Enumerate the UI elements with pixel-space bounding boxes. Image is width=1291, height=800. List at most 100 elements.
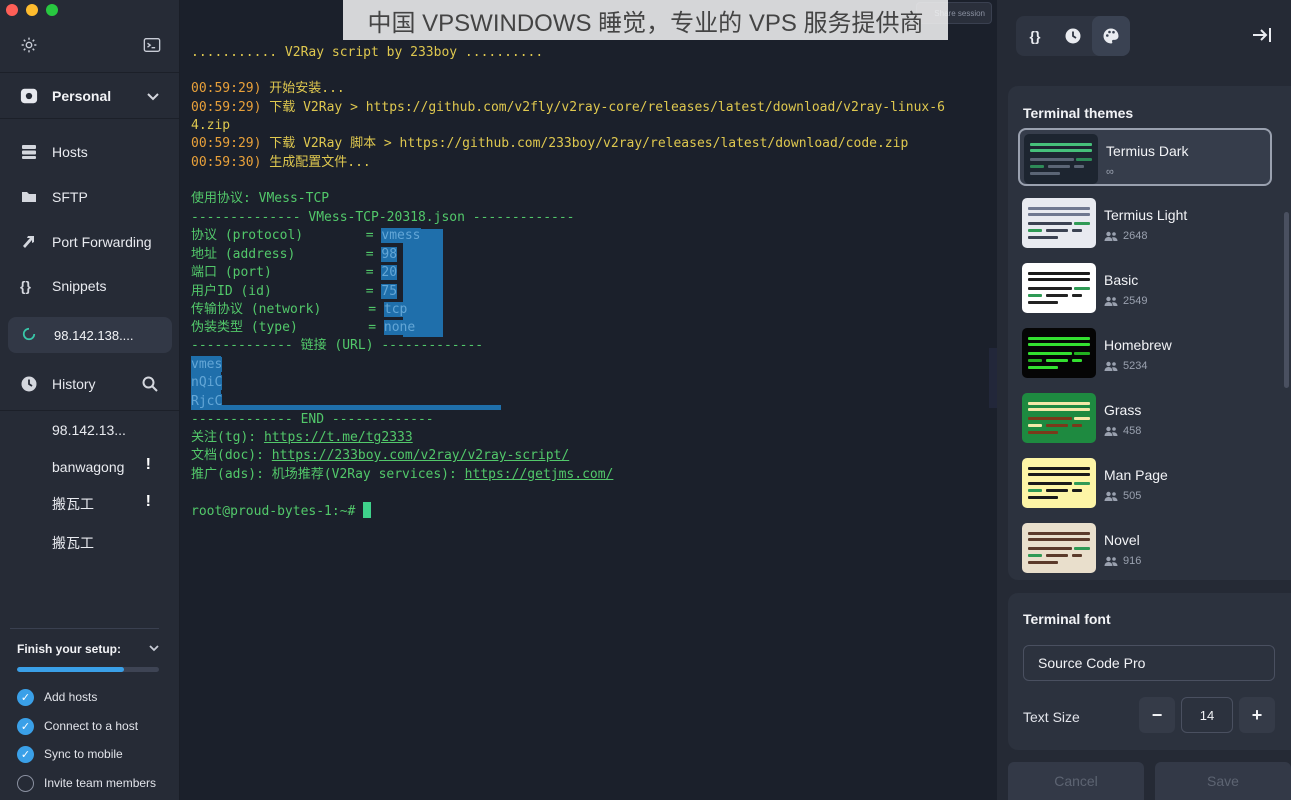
theme-preview [1022,523,1096,573]
theme-item[interactable]: Termius Dark ∞ [1018,128,1272,186]
history-item[interactable]: 搬瓦工 ! [52,493,157,515]
history-item-label: 搬瓦工 [52,496,94,512]
terminal-link[interactable]: https://233boy.com/v2ray/v2ray-script/ [272,448,569,463]
terminal-link-line: 推广(ads): 机场推荐(V2Ray services): https://g… [191,467,614,482]
themes-scrollbar[interactable] [1284,212,1289,388]
users-icon [1104,491,1118,501]
theme-name: Grass [1104,402,1142,418]
hosts-icon [20,143,38,161]
terminal-view[interactable]: ........... V2Ray script by 233boy .....… [180,0,997,800]
cancel-button[interactable]: Cancel [1008,762,1144,800]
theme-usage-count: ∞ [1106,166,1114,178]
text-size-input[interactable]: 14 [1181,697,1233,733]
spinner-icon [22,327,38,343]
chevron-down-icon[interactable] [145,88,161,104]
setup-step-sync[interactable]: ✓ Sync to mobile [17,745,159,763]
zoom-window-button[interactable] [46,4,58,16]
sidebar-item-hosts[interactable]: Hosts [20,140,169,164]
theme-usage-count: 916 [1104,555,1141,567]
terminal-config-line: 协议 (protocol) = vmess [191,228,421,243]
theme-item[interactable]: Homebrew 5234 [1018,324,1272,382]
terminal-url-header: ------------- 链接 (URL) ------------- [191,338,484,353]
theme-preview [1024,134,1098,184]
increase-text-size-button[interactable]: + [1239,697,1275,733]
terminal-icon[interactable] [143,36,163,56]
terminal-url-line: RjcC [191,394,223,409]
terminal-log-line: 00:59:29) 开始安装... [191,81,345,96]
braces-icon: {} [20,278,31,294]
minimize-window-button[interactable] [26,4,38,16]
terminal-prompt[interactable]: root@proud-bytes-1:~# [191,502,372,520]
tab-history[interactable] [1054,16,1092,56]
theme-usage-count: 458 [1104,425,1141,437]
close-window-button[interactable] [6,4,18,16]
save-button[interactable]: Save [1155,762,1291,800]
empty-circle-icon [17,774,34,792]
terminal-cursor [363,502,372,518]
setup-step-connect[interactable]: ✓ Connect to a host [17,717,159,735]
setup-step-add-hosts[interactable]: ✓ Add hosts [17,688,159,706]
setup-step-label: Sync to mobile [44,747,123,761]
setup-step-invite[interactable]: Invite team members [17,774,159,792]
theme-name: Homebrew [1104,337,1172,353]
terminal-config-line: 传输协议 (network) = tcp [191,302,408,317]
gear-icon[interactable] [20,36,40,56]
check-icon: ✓ [17,688,34,706]
vault-icon [20,88,38,104]
sidebar-item-label: Port Forwarding [52,234,152,250]
history-item[interactable]: 搬瓦工 [52,532,157,554]
sidebar-item-sftp[interactable]: SFTP [20,185,169,209]
theme-item[interactable]: Termius Light 2648 [1018,194,1272,252]
window-controls [6,4,58,16]
theme-name: Basic [1104,272,1139,288]
theme-name: Novel [1104,532,1140,548]
folder-icon [20,188,38,206]
font-title: Terminal font [1023,611,1111,627]
history-item-label: 搬瓦工 [52,535,94,551]
history-item[interactable]: 98.142.13... [52,419,157,441]
sidebar-item-snippets[interactable]: {} Snippets [20,274,169,298]
vault-selector[interactable]: Personal [20,82,161,110]
chevron-down-icon[interactable] [147,641,161,655]
warning-icon: ! [145,456,151,473]
theme-item[interactable]: Novel 916 [1018,519,1272,577]
sidebar-toolbar [20,36,163,56]
sidebar-item-port-forwarding[interactable]: Port Forwarding [20,230,169,254]
divider [0,410,179,411]
terminal-log-line: 00:59:29) 下载 V2Ray 脚本 > https://github.c… [191,136,909,151]
decrease-text-size-button[interactable]: − [1139,697,1175,733]
theme-preview [1022,328,1096,378]
theme-item[interactable]: Basic 2549 [1018,259,1272,317]
terminal-scrollbar[interactable] [989,348,997,408]
themes-card: Terminal themes Termius Dark ∞ Termius Lig… [1008,86,1291,580]
search-icon[interactable] [141,375,159,393]
theme-preview [1022,393,1096,443]
terminal-link[interactable]: https://t.me/tg2333 [264,430,413,445]
setup-step-label: Add hosts [44,690,98,704]
terminal-link-line: 关注(tg): https://t.me/tg2333 [191,430,413,445]
terminal-header-line: -------------- VMess-TCP-20318.json ----… [191,210,575,225]
history-header[interactable]: History [20,372,159,396]
watermark-banner: 中国 VPSWINDOWS 睡觉，专业的 VPS 服务提供商 [343,0,948,40]
setup-step-label: Invite team members [44,776,157,790]
terminal-link[interactable]: https://getjms.com/ [465,467,614,482]
theme-name: Termius Light [1104,207,1188,223]
collapse-panel-icon[interactable] [1251,25,1273,45]
port-forwarding-icon [20,233,38,251]
history-item[interactable]: banwagong ! [52,456,157,478]
theme-item[interactable]: Man Page 505 [1018,454,1272,512]
users-icon [1104,426,1118,436]
terminal-url-line: nQiC [191,375,223,390]
setup-progress-bar [17,667,159,672]
theme-preview [1022,198,1096,248]
clock-icon [1065,28,1081,44]
theme-item[interactable]: Grass 458 [1018,389,1272,447]
tab-snippets[interactable]: {} [1016,16,1054,56]
users-icon [1104,296,1118,306]
tab-themes[interactable] [1092,16,1130,56]
font-select[interactable]: Source Code Pro [1023,645,1275,681]
theme-usage-count: 2648 [1104,230,1147,242]
sidebar-item-active-host[interactable]: 98.142.138.... [8,317,172,353]
terminal-log-line: 00:59:29) 下载 V2Ray > https://github.com/… [191,100,945,115]
text-selection [221,405,501,410]
